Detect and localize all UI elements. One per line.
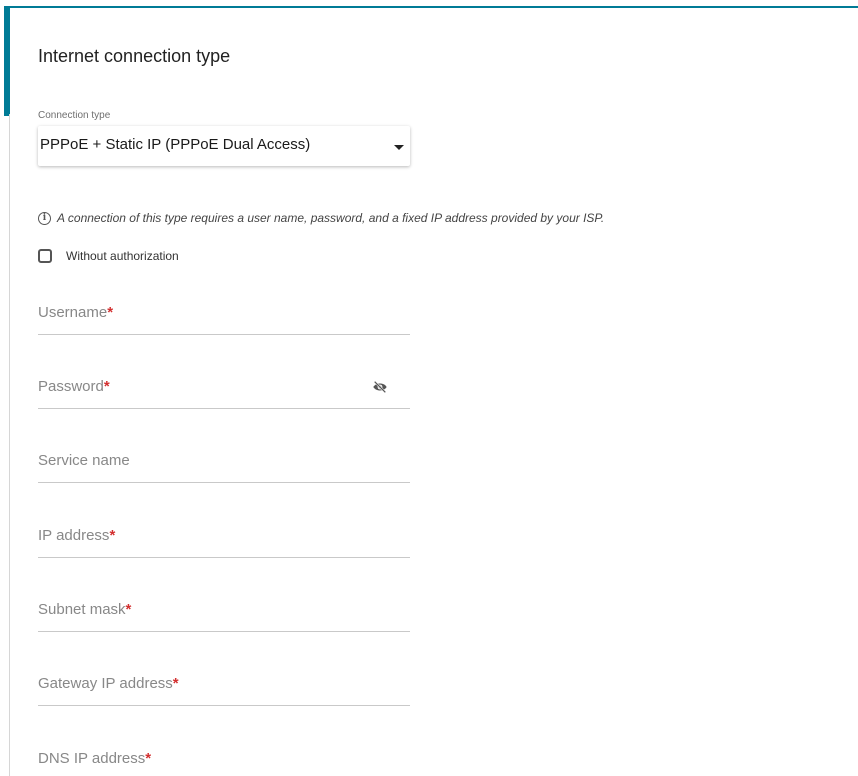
subnet-mask-field[interactable]: Subnet mask* (38, 587, 410, 632)
without-authorization-option[interactable]: Without authorization (38, 246, 179, 266)
page: Internet connection type Connection type… (0, 0, 858, 776)
dns-ip-field[interactable]: DNS IP address* (38, 736, 410, 776)
required-marker: * (107, 304, 114, 321)
required-marker: * (145, 750, 152, 767)
info-text: A connection of this type requires a use… (57, 211, 605, 225)
subnet-mask-label: Subnet mask* (38, 601, 132, 618)
without-authorization-checkbox[interactable] (38, 249, 52, 263)
dns-ip-label: DNS IP address* (38, 750, 152, 767)
password-label: Password* (38, 378, 110, 395)
connection-type-label: Connection type (38, 110, 111, 121)
ip-address-field[interactable]: IP address* (38, 513, 410, 558)
info-icon: i (38, 211, 51, 225)
gateway-ip-label: Gateway IP address* (38, 675, 179, 692)
required-marker: * (125, 601, 132, 618)
info-note: i A connection of this type requires a u… (38, 208, 604, 228)
required-marker: * (103, 378, 110, 395)
password-field[interactable]: Password* (38, 364, 410, 409)
without-authorization-label: Without authorization (66, 249, 179, 263)
section-title: Internet connection type (38, 46, 231, 66)
eye-slash-icon[interactable] (372, 380, 388, 394)
service-name-label: Service name (38, 452, 130, 469)
required-marker: * (172, 675, 179, 692)
service-name-field[interactable]: Service name (38, 438, 410, 483)
username-field[interactable]: Username* (38, 290, 410, 335)
caret-down-icon (394, 145, 404, 150)
connection-settings-card: Internet connection type Connection type… (10, 8, 858, 776)
gateway-ip-field[interactable]: Gateway IP address* (38, 661, 410, 706)
username-label: Username* (38, 304, 114, 321)
ip-address-label: IP address* (38, 527, 116, 544)
connection-type-value: PPPoE + Static IP (PPPoE Dual Access) (40, 136, 311, 153)
required-marker: * (109, 527, 116, 544)
connection-type-select[interactable]: PPPoE + Static IP (PPPoE Dual Access) (38, 126, 410, 166)
